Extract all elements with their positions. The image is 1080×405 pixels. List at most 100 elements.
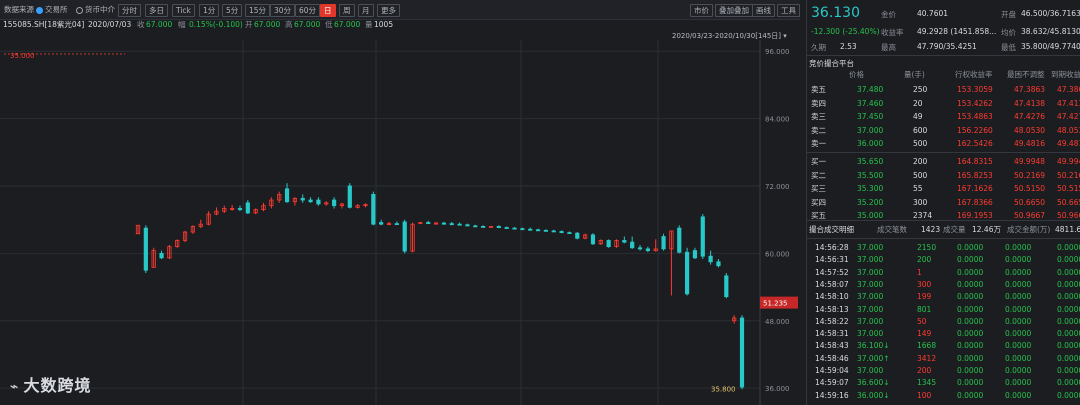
yield-value: 49.2928 (1451.858...: [917, 27, 997, 36]
high-value: 47.790/35.4251: [917, 42, 977, 51]
candle-body: [504, 227, 509, 229]
candle-body: [473, 225, 478, 228]
mid-label: 均价: [1001, 28, 1016, 37]
logo-icon: ⌁: [10, 379, 20, 395]
period-button-11[interactable]: 更多: [377, 4, 400, 17]
trade-row[interactable]: 14:57:5237.00010.00000.00000.0000: [807, 266, 1080, 279]
bid-row[interactable]: 买四35.200300167.836650.665050.665: [807, 196, 1080, 209]
avg-label: 金价: [881, 10, 896, 19]
low-label: 最低: [1001, 43, 1016, 52]
candle-body: [567, 232, 572, 235]
date-range-label: 2020/03/23-2020/10/30[145日]: [672, 32, 782, 40]
watermark-logo: ⌁ 大数跨境: [10, 376, 92, 395]
source-label: 数据来源: [4, 5, 34, 14]
low-value: 35.800/49.7740: [1021, 42, 1080, 51]
yield-label: 收益率: [881, 28, 904, 37]
candle-body: [543, 229, 548, 232]
trade-row[interactable]: 14:58:1037.0001990.00000.00000.0000: [807, 290, 1080, 303]
quote-panel: 36.130 -12.300 (-25.40%) 久期 2.53 金价 40.7…: [806, 0, 1080, 405]
candle-body: [237, 208, 243, 210]
ask-row[interactable]: 卖一36.000500162.542649.481649.481: [807, 137, 1080, 150]
duration-value: 2.53: [840, 42, 857, 51]
period-button-9[interactable]: 周: [339, 4, 355, 17]
trade-row[interactable]: 14:59:1636.000↓1000.00000.00000.0000: [807, 389, 1080, 402]
trade-row[interactable]: 14:59:0736.600↓13450.00000.00000.0000: [807, 376, 1080, 389]
high-label: 最高: [881, 43, 896, 52]
candle-body: [575, 232, 580, 239]
candle-body: [622, 240, 627, 243]
toolbar-button-draw[interactable]: 画线: [752, 4, 775, 17]
toolbar-button-tools[interactable]: 工具: [777, 4, 800, 17]
current-price-label: 51.235: [763, 300, 788, 308]
candle-body: [716, 261, 721, 267]
bid-row[interactable]: 买三35.30055167.162650.515050.515: [807, 182, 1080, 195]
close-value: 67.000: [146, 20, 173, 29]
candle-body: [677, 227, 682, 253]
trade-row[interactable]: 14:59:0437.0002000.00000.00000.0000: [807, 364, 1080, 377]
bid-row[interactable]: 买一35.650200164.831549.994849.994: [807, 155, 1080, 168]
change-label: 幅: [178, 20, 186, 29]
period-button-3[interactable]: 1分: [199, 4, 220, 17]
trade-row[interactable]: 14:58:0737.0003000.00000.00000.0000: [807, 278, 1080, 291]
candlestick-chart[interactable]: 96.000 84.000 72.000 60.000 48.000 36.000 35.0…: [0, 40, 800, 405]
y-tick-label: 72.000: [765, 183, 790, 191]
candle-body: [245, 202, 250, 214]
period-button-5[interactable]: 15分: [245, 4, 271, 17]
orderbook-header: 价格 量(手) 行权收益率 最困不调整 到期收益率: [849, 70, 1080, 79]
candle-body: [590, 234, 596, 245]
candle-body: [520, 228, 525, 231]
ask-row[interactable]: 卖三37.45049153.486347.427647.427: [807, 110, 1080, 123]
low-value: 67.000: [334, 20, 361, 29]
candle-body: [724, 275, 729, 298]
candle-body: [551, 230, 556, 233]
period-button-1[interactable]: 多日: [145, 4, 168, 17]
trade-row[interactable]: 14:58:1337.0008010.00000.00000.0000: [807, 303, 1080, 316]
candle-body: [347, 185, 352, 208]
open-value: 46.500/36.7163: [1021, 9, 1080, 18]
period-button-2[interactable]: Tick: [172, 4, 195, 17]
ask-row[interactable]: 卖二37.000600156.226048.053048.053: [807, 124, 1080, 137]
candle-body: [143, 227, 148, 271]
close-label: 收: [137, 20, 145, 29]
trade-row[interactable]: 14:56:2837.00021500.00000.00000.0000: [807, 241, 1080, 254]
candle-body: [449, 223, 454, 226]
y-tick-label: 84.000: [765, 116, 790, 124]
candle-body: [684, 251, 690, 295]
candle-body: [528, 228, 533, 231]
ask-row[interactable]: 卖五37.480250153.305947.386347.386: [807, 83, 1080, 96]
bond-code: 155085.SH[18紫光04]: [3, 20, 85, 29]
period-button-6[interactable]: 30分: [270, 4, 296, 17]
candle-body: [606, 240, 611, 248]
toolbar-button-overlay[interactable]: 叠加叠加: [715, 4, 753, 17]
candle-body: [630, 241, 635, 249]
high-label: 高: [285, 20, 293, 29]
toolbar-button-price[interactable]: 市价: [690, 4, 713, 17]
volume-label: 量: [365, 20, 373, 29]
mid-value: 38.632/45.8130: [1021, 27, 1080, 36]
period-button-0[interactable]: 分时: [118, 4, 141, 17]
trade-row[interactable]: 14:58:4336.100↓16680.00000.00000.0000: [807, 339, 1080, 352]
candle-body: [371, 194, 376, 225]
period-button-8[interactable]: 日: [320, 4, 336, 17]
y-tick-label: 48.000: [765, 318, 790, 326]
open-label: 开盘: [1001, 10, 1016, 19]
bid-row[interactable]: 买二35.500500165.825350.216950.216: [807, 169, 1080, 182]
candle-body: [708, 255, 713, 263]
candle-body: [426, 222, 431, 225]
candle-body: [394, 223, 399, 226]
period-button-7[interactable]: 60分: [295, 4, 321, 17]
period-button-10[interactable]: 月: [358, 4, 374, 17]
source-deposit-radio[interactable]: 货币中介: [76, 4, 115, 15]
candle-body: [159, 252, 164, 259]
candle-body: [465, 224, 470, 227]
trade-row[interactable]: 14:58:2237.000500.00000.00000.0000: [807, 315, 1080, 328]
candle-body: [700, 216, 705, 257]
duration-label: 久期: [811, 43, 826, 52]
ask-row[interactable]: 卖四37.46020153.426247.413847.413: [807, 97, 1080, 110]
open-label: 开: [245, 20, 253, 29]
source-exchange-radio[interactable]: 交易所: [36, 4, 68, 15]
period-button-4[interactable]: 5分: [222, 4, 243, 17]
trade-row[interactable]: 14:56:3137.0002000.00000.00000.0000: [807, 253, 1080, 266]
trade-row[interactable]: 14:58:3137.0001490.00000.00000.0000: [807, 327, 1080, 340]
trade-row[interactable]: 14:58:4637.000↑34120.00000.00000.0000: [807, 352, 1080, 365]
